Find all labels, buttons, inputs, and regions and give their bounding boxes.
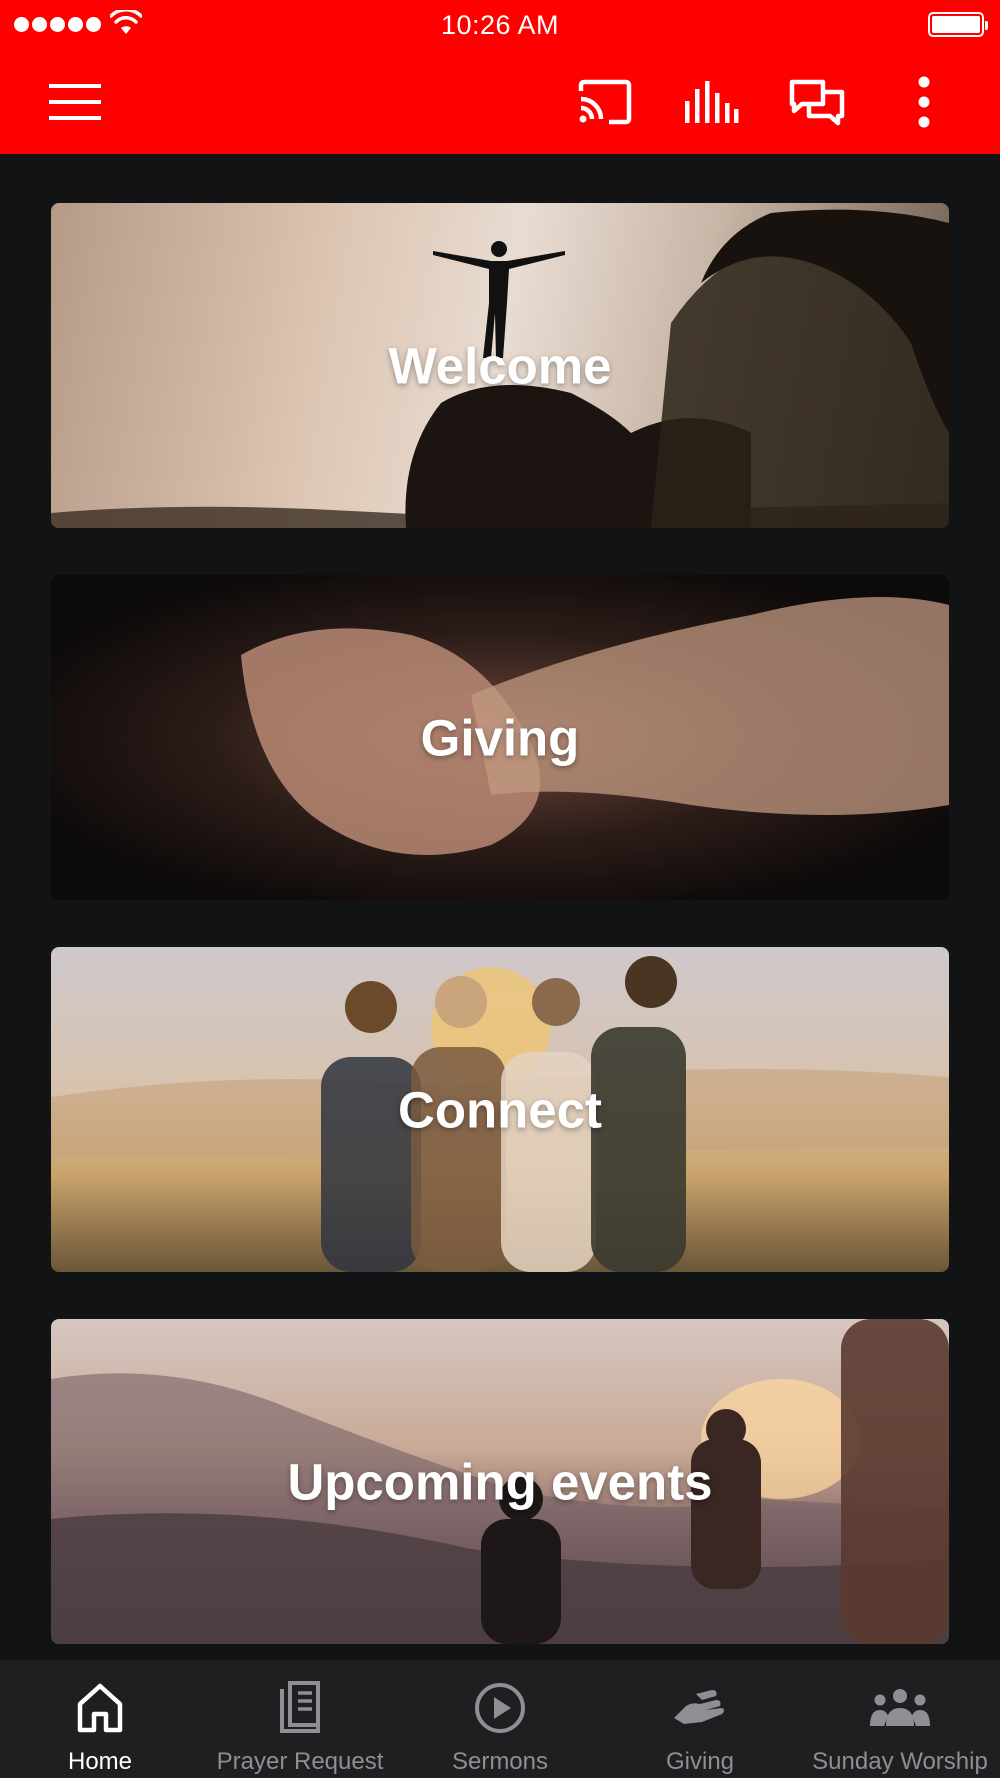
- welcome-card-label: Welcome: [388, 337, 612, 394]
- group-icon: [868, 1680, 932, 1736]
- tab-prayer-request[interactable]: Prayer Request: [200, 1660, 400, 1778]
- book-icon: [278, 1680, 322, 1736]
- tab-home-label: Home: [67, 1748, 133, 1775]
- cast-icon[interactable]: [575, 72, 635, 132]
- tab-sunday-worship[interactable]: Sunday Worship: [800, 1660, 1000, 1778]
- tab-sermons[interactable]: Sermons: [430, 1660, 570, 1778]
- battery-icon: [928, 12, 988, 37]
- upcoming-events-card-label: Upcoming events: [287, 1453, 713, 1510]
- chat-icon[interactable]: [787, 72, 847, 132]
- play-circle-icon: [473, 1680, 527, 1736]
- connect-card[interactable]: Connect: [51, 947, 949, 1272]
- more-vertical-icon[interactable]: [894, 72, 954, 132]
- home-icon: [76, 1680, 124, 1736]
- tab-prayer-request-label: Prayer Request: [216, 1748, 384, 1775]
- welcome-card[interactable]: Welcome: [51, 203, 949, 528]
- tab-sunday-worship-label: Sunday Worship: [812, 1748, 988, 1775]
- giving-card-label: Giving: [420, 709, 580, 766]
- giving-hand-icon: [672, 1680, 728, 1736]
- tab-giving-label: Giving: [665, 1748, 735, 1775]
- hamburger-menu-icon[interactable]: [45, 72, 105, 132]
- giving-card[interactable]: Giving: [51, 575, 949, 900]
- connect-card-label: Connect: [398, 1081, 602, 1138]
- equalizer-icon[interactable]: [681, 72, 741, 132]
- tab-giving[interactable]: Giving: [630, 1660, 770, 1778]
- home-content: Welcome Giving Connect Upcoming events: [0, 154, 1000, 1660]
- tab-sermons-label: Sermons: [451, 1748, 549, 1775]
- app-bar: [0, 50, 1000, 154]
- status-time: 10:26 AM: [440, 10, 560, 40]
- upcoming-events-card[interactable]: Upcoming events: [51, 1319, 949, 1644]
- tab-home[interactable]: Home: [40, 1660, 160, 1778]
- bottom-tab-bar: Home Prayer Request Sermons Giving Sunda…: [0, 1660, 1000, 1778]
- status-bar: 10:26 AM: [0, 0, 1000, 50]
